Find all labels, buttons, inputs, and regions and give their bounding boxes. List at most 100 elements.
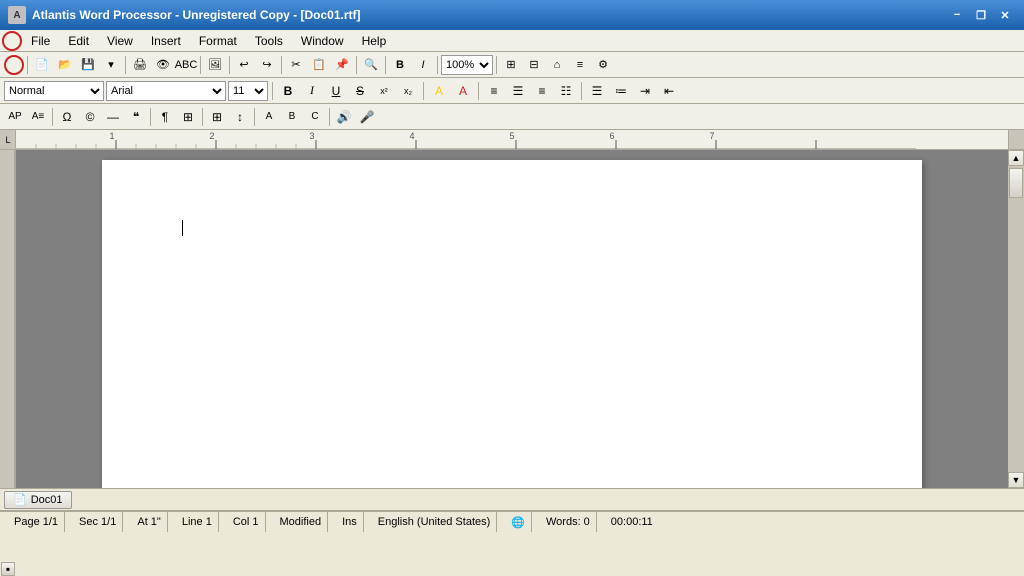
sep7 [385,56,386,74]
font-select[interactable]: Arial Times New Roman Courier New [106,81,226,101]
new-btn[interactable]: 📄 [31,54,53,76]
sort-btn[interactable]: ↕ [229,107,251,127]
menu-insert[interactable]: Insert [142,31,190,51]
font-color-btn[interactable]: A [452,81,474,101]
style2-btn[interactable]: ¶ [154,107,176,127]
menu-edit[interactable]: Edit [59,31,98,51]
quick-access-btn[interactable] [4,55,24,75]
tb3-sep1 [52,108,53,126]
numbering-btn[interactable]: ≔ [610,81,632,101]
indent-btn[interactable]: ⇥ [634,81,656,101]
ruler-icon: L [2,134,14,146]
size-select[interactable]: 11 12 14 16 [228,81,268,101]
preview-btn[interactable]: 👁 [152,54,174,76]
document-page[interactable]: ALL PC World All Apps For Free From Here [102,160,922,488]
sep9 [496,56,497,74]
zoom-select[interactable]: 100% 75% 150% [441,55,493,75]
pos-status: At 1" [131,512,167,532]
paste-btn[interactable]: 📌 [331,54,353,76]
save-btn[interactable]: 💾 [77,54,99,76]
find-btn[interactable]: 🔍 [360,54,382,76]
time-status: 00:00:11 [605,512,659,532]
undo-btn[interactable]: ↩ [233,54,255,76]
menu-window[interactable]: Window [292,31,353,51]
svg-text:2: 2 [209,131,214,141]
doc-tab-label: Doc01 [31,494,63,506]
window-title: Atlantis Word Processor - Unregistered C… [32,8,946,22]
speaker-btn[interactable]: 🔊 [333,107,355,127]
style-select[interactable]: Normal Heading 1 Heading 2 [4,81,104,101]
scroll-track[interactable] [1008,166,1024,472]
text-cursor [182,220,183,236]
img-btn[interactable]: 🖼 [204,54,226,76]
highlight-btn[interactable]: A [428,81,450,101]
bold-btn[interactable]: B [277,81,299,101]
abc3-btn[interactable]: C [304,107,326,127]
abc2-btn[interactable]: B [281,107,303,127]
redo-btn[interactable]: ↪ [256,54,278,76]
abc-btn[interactable]: A [258,107,280,127]
quote-btn[interactable]: ❝ [125,107,147,127]
bold-tb-btn[interactable]: B [389,54,411,76]
document-area[interactable]: ALL PC World All Apps For Free From Here [16,150,1008,488]
taskbar: 📄 Doc01 [0,488,1024,510]
scroll-up-btn[interactable]: ▲ [1008,150,1024,166]
sep4 [229,56,230,74]
bullets-btn[interactable]: ☰ [586,81,608,101]
mic-btn[interactable]: 🎤 [356,107,378,127]
more-btn5[interactable]: ⚙ [592,54,614,76]
close-button[interactable]: ✕ [994,4,1016,26]
more-btn1[interactable]: ⊞ [500,54,522,76]
align-center-btn[interactable]: ☰ [507,81,529,101]
minimize-button[interactable]: − [946,4,968,26]
tb3-sep4 [254,108,255,126]
underline-btn[interactable]: U [325,81,347,101]
more-btn4[interactable]: ≡ [569,54,591,76]
svg-text:4: 4 [409,131,414,141]
more-btn3[interactable]: ⌂ [546,54,568,76]
menu-help[interactable]: Help [353,31,396,51]
language-status: English (United States) [372,512,498,532]
justify-btn[interactable]: ☷ [555,81,577,101]
line-status: Line 1 [176,512,219,532]
menu-format[interactable]: Format [190,31,246,51]
menu-bar: File Edit View Insert Format Tools Windo… [0,30,1024,52]
align-left-btn[interactable]: ≡ [483,81,505,101]
dash-btn[interactable]: — [102,107,124,127]
sep2 [125,56,126,74]
scroll-thumb[interactable] [1009,168,1023,198]
doc-tab[interactable]: 📄 Doc01 [4,491,72,509]
outdent-btn[interactable]: ⇤ [658,81,680,101]
align-right-btn[interactable]: ≡ [531,81,553,101]
strikethrough-btn[interactable]: S [349,81,371,101]
print-btn[interactable]: 🖨 [129,54,151,76]
sym-btn[interactable]: © [79,107,101,127]
app-icon: A [8,6,26,24]
italic-tb-btn[interactable]: I [412,54,434,76]
more-btn2[interactable]: ⊟ [523,54,545,76]
cut-btn[interactable]: ✂ [285,54,307,76]
sec-status: Sec 1/1 [73,512,123,532]
menu-file[interactable]: File [22,31,59,51]
copy-btn[interactable]: 📋 [308,54,330,76]
superscript-btn[interactable]: x² [373,81,395,101]
scroll-down-btn[interactable]: ▼ [1008,472,1024,488]
vertical-scrollbar: ▲ ▼ ▪ [1008,150,1024,488]
style3-btn[interactable]: ⊞ [177,107,199,127]
tbl-btn[interactable]: ⊞ [206,107,228,127]
save-drop[interactable]: ▾ [100,54,122,76]
char-btn[interactable]: Ω [56,107,78,127]
italic-btn[interactable]: I [301,81,323,101]
fmt-sep4 [581,82,582,100]
spell-btn[interactable]: ABC [175,54,197,76]
sep6 [356,56,357,74]
thes-btn[interactable]: A≡ [27,107,49,127]
subscript-btn[interactable]: x₂ [397,81,419,101]
menu-view[interactable]: View [98,31,142,51]
restore-button[interactable]: ❐ [970,4,992,26]
open-btn[interactable]: 📂 [54,54,76,76]
menu-tools[interactable]: Tools [246,31,292,51]
spell2-btn[interactable]: AP [4,107,26,127]
app-logo[interactable] [2,31,22,51]
doc-tab-icon: 📄 [13,493,27,506]
